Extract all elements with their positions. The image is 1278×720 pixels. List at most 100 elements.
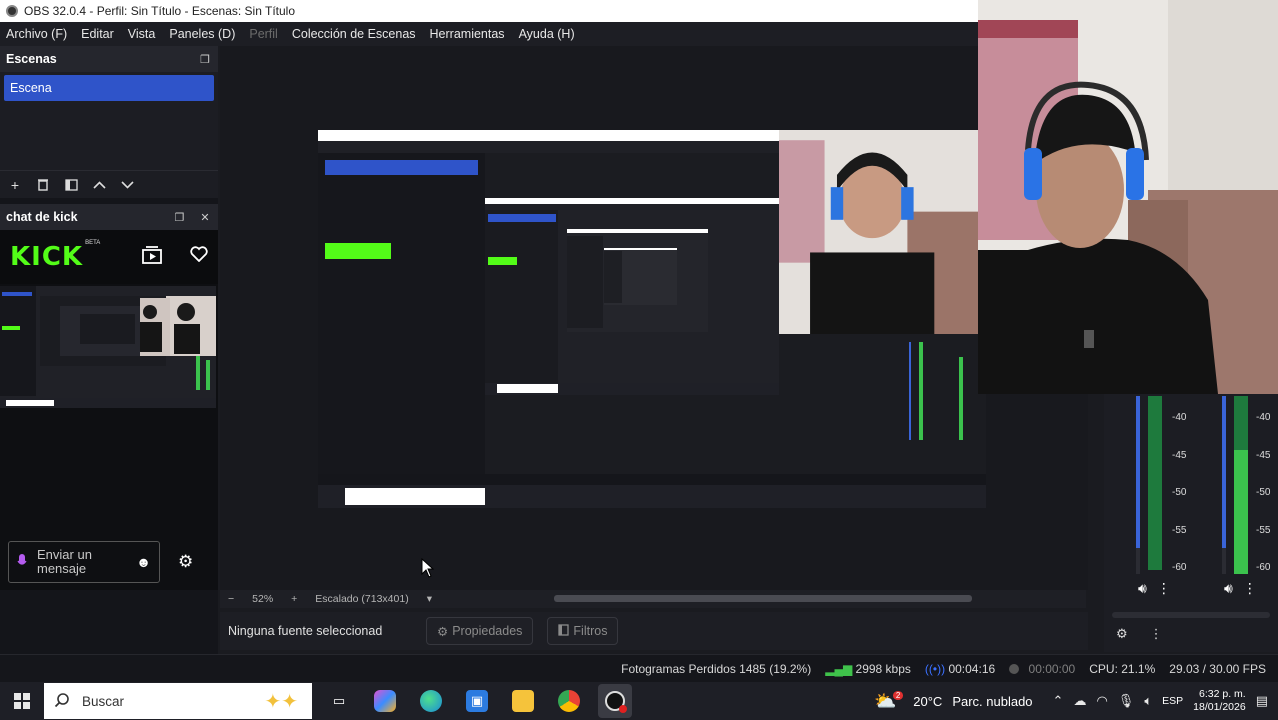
chat-input-placeholder: Enviar un mensaje [37,547,92,576]
mixer-meter-2 [1222,396,1248,574]
dock-float-icon[interactable]: ❐ [198,52,212,66]
menu-coleccion-escenas[interactable]: Colección de Escenas [292,27,416,41]
clock-time: 6:32 p. m. [1199,688,1246,700]
menu-herramientas[interactable]: Herramientas [430,27,505,41]
scene-item[interactable]: Escena [4,75,214,101]
notifications-icon[interactable]: ▤ [1256,693,1268,709]
clock[interactable]: 6:32 p. m. 18/01/2026 [1193,688,1246,714]
db-label-50b: -50 [1256,487,1271,498]
add-scene-icon[interactable]: + [8,177,22,193]
mixer-scrollbar[interactable] [1112,612,1270,618]
channel-menu-icon[interactable]: ⋮ [1157,580,1171,597]
taskbar-apps: ▭ ▣ [328,684,632,718]
onedrive-icon[interactable]: ☁ [1073,693,1086,709]
channel-menu-icon[interactable]: ⋮ [1243,580,1257,597]
zoom-out-button[interactable]: − [228,593,234,605]
streaming-icon: ((•)) [924,661,946,676]
task-view-icon[interactable]: ▭ [328,690,350,712]
scale-label: Escalado (713x401) [315,593,409,605]
menu-perfil[interactable]: Perfil [249,27,277,41]
preview-scrollbar[interactable] [554,595,972,602]
db-label-55a: -55 [1172,525,1187,536]
volume-icon[interactable]: 🔈︎ [1144,693,1152,709]
edge-browser-icon[interactable] [420,690,442,712]
menu-ayuda[interactable]: Ayuda (H) [519,27,575,41]
scale-dropdown-icon[interactable]: ▾ [427,593,432,605]
bitrate: 2998 kbps [855,661,911,676]
system-tray: ⛅ 2 20°C Parc. nublado ⌃ ☁ ◠ 🎙︎ 🔈︎ ESP 6… [874,688,1278,714]
bitrate-status: ▂▄▆ 2998 kbps [825,662,911,676]
windows-logo-icon [14,693,30,709]
start-button[interactable] [0,693,44,709]
record-status: 00:00:00 [1009,662,1075,676]
window-title: OBS 32.0.4 - Perfil: Sin Título - Escena… [24,4,296,18]
properties-button[interactable]: ⚙ Propiedades [426,617,534,645]
menu-vista[interactable]: Vista [128,27,156,41]
emoji-icon[interactable]: ☻ [136,554,151,570]
windows-taskbar: Buscar ✦✦ ▭ ▣ ⛅ 2 20°C Parc. nublado ⌃ ☁… [0,682,1278,720]
menu-bar: Archivo (F) Editar Vista Paneles (D) Per… [0,22,978,46]
weather-badge: 2 [892,690,904,700]
scenes-toolbar: + [0,170,218,198]
language-indicator[interactable]: ESP [1162,695,1183,707]
mic-icon[interactable] [17,553,27,572]
scene-filter-icon[interactable] [64,178,78,192]
chat-title: chat de kick [6,210,78,224]
kick-bar: KICK BETA [0,230,218,284]
wifi-icon[interactable]: ◠ [1096,693,1107,709]
filters-label: Filtros [573,624,608,638]
db-label-50a: -50 [1172,487,1187,498]
speaker-icon[interactable]: 🔊︎ [1138,580,1147,597]
taskbar-search-box[interactable]: Buscar ✦✦ [44,683,312,719]
advanced-audio-gear-icon[interactable]: ⚙ [1116,626,1128,642]
microphone-icon[interactable]: 🎙︎ [1118,693,1135,709]
theatre-mode-icon[interactable] [142,245,162,269]
db-label-55b: -55 [1256,525,1271,536]
obs-logo-icon [6,5,18,17]
move-down-icon[interactable] [120,178,134,192]
chrome-browser-icon[interactable] [558,690,580,712]
left-dock: Escenas ❐ Escena + chat de kick ❐ ✕ KICK… [0,46,218,654]
chat-float-icon[interactable]: ❐ [173,210,187,224]
mixer-toolbar: ⚙ ⋮ [1116,626,1163,642]
zoom-in-button[interactable]: + [291,593,297,605]
record-dot-icon [1009,664,1020,675]
audio-mixer: -40 -45 -50 -55 -60 -40 -45 -50 -55 -60 … [1104,394,1278,652]
tray-chevron-up-icon[interactable]: ⌃ [1053,693,1064,709]
copilot-icon[interactable] [374,690,396,712]
source-bar: Ninguna fuente seleccionad ⚙ Propiedades… [220,612,1088,650]
kick-beta-badge: BETA [85,240,101,246]
obs-taskbar-icon[interactable] [598,684,632,718]
microsoft-store-icon[interactable]: ▣ [466,690,488,712]
chat-close-icon[interactable]: ✕ [198,210,212,224]
copilot-sparkle-icon: ✦✦ [264,691,298,713]
db-label-45a: -45 [1172,450,1187,461]
chat-area: KICK BETA Enviar un mensaje ☻ ⚙ [0,230,218,590]
kick-logo: KICK [10,242,84,272]
follow-heart-icon[interactable] [190,245,208,269]
file-explorer-icon[interactable] [512,690,534,712]
weather-desc: Parc. nublado [952,693,1033,709]
filters-button[interactable]: Filtros [547,617,619,645]
stream-status: ((•)) 00:04:16 [925,662,995,676]
chat-stream-thumbnail [0,286,216,408]
delete-scene-icon[interactable] [36,178,50,192]
mouse-cursor-icon [421,558,435,578]
signal-bars-icon: ▂▄▆ [825,661,853,676]
move-up-icon[interactable] [92,178,106,192]
search-placeholder: Buscar [82,693,125,709]
menu-archivo[interactable]: Archivo (F) [6,27,67,41]
db-label-60b: -60 [1256,562,1271,573]
speaker-icon[interactable]: 🔊︎ [1224,580,1233,597]
menu-editar[interactable]: Editar [81,27,114,41]
scenes-title: Escenas [6,52,57,66]
search-icon [54,692,70,711]
properties-label: Propiedades [452,624,523,638]
preview-canvas[interactable] [220,46,1088,590]
window-titlebar: OBS 32.0.4 - Perfil: Sin Título - Escena… [0,0,978,22]
chat-message-input[interactable]: Enviar un mensaje ☻ [8,541,160,583]
menu-paneles[interactable]: Paneles (D) [169,27,235,41]
chat-settings-gear-icon[interactable]: ⚙ [178,552,193,572]
zoom-level: 52% [252,593,274,605]
mixer-menu-icon[interactable]: ⋮ [1150,626,1163,642]
